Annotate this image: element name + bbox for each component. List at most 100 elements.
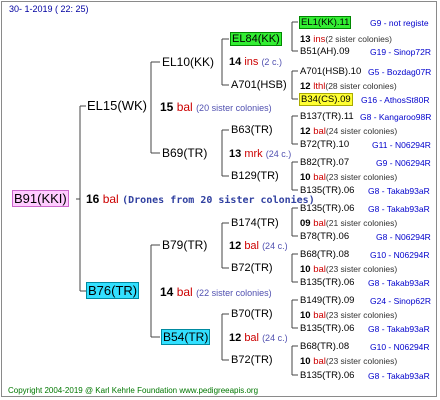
gen2-num: 14 — [229, 56, 242, 68]
gen3-unit: bal — [313, 264, 326, 275]
gen4-name: B78(TR).06 — [300, 231, 350, 242]
gen1-num: 15 — [160, 100, 174, 114]
gen1-note: (22 sister colonies) — [196, 288, 272, 298]
gen3-node-5: B72(TR) — [231, 262, 273, 274]
gen3-name: B129(TR) — [231, 170, 279, 182]
gen4-name: B51(AH).09 — [300, 46, 350, 57]
root-info: 16 bal (Drones from 20 sister colonies) — [86, 193, 315, 207]
gen4-node-9: B78(TR).06 — [300, 231, 349, 243]
gen4-code-7: G8 - Takab93aR — [368, 186, 430, 196]
gen4-code-10: G10 - N06294R — [370, 250, 430, 260]
gen2-info-0: 14 ins (2 c.) — [229, 56, 282, 68]
gen4-name: EL1(KK).11 — [298, 16, 352, 29]
gen3-node-2: B63(TR) — [231, 124, 273, 136]
gen2-num: 12 — [229, 332, 242, 344]
gen4-node-0: EL1(KK).11 — [298, 16, 352, 29]
gen4-code-13: G8 - Takab93aR — [368, 324, 430, 334]
gen3-node-6: B70(TR) — [231, 308, 273, 320]
root-num: 16 — [86, 192, 100, 206]
gen1-unit: bal — [176, 100, 193, 114]
root-node: B91(KKI) — [12, 190, 69, 207]
gen2-node-3: B54(TR) — [160, 329, 211, 345]
gen3-unit: bal — [313, 126, 326, 137]
gen3-info-1: 12 lthl(28 sister colonies) — [300, 80, 397, 93]
gen3-note: (23 sister colonies) — [325, 172, 398, 182]
gen4-name: B137(TR).11 — [300, 111, 354, 122]
gen2-note: (2 c.) — [261, 57, 282, 67]
gen4-name: A701(HSB).10 — [300, 66, 362, 77]
gen3-num: 10 — [300, 310, 311, 321]
gen3-node-7: B72(TR) — [231, 354, 273, 366]
gen2-name: B79(TR) — [162, 238, 208, 252]
gen3-node-0: EL84(KK) — [230, 32, 282, 46]
copyright-footer: Copyright 2004-2019 @ Karl Kehrle Founda… — [8, 386, 259, 395]
gen3-info-5: 10 bal(23 sister colonies) — [300, 263, 397, 276]
gen3-note: (23 sister colonies) — [325, 356, 398, 366]
gen2-name: B69(TR) — [162, 146, 208, 160]
gen4-node-12: B149(TR).09 — [300, 295, 354, 307]
gen1-name: B76(TR) — [85, 282, 140, 299]
gen3-name: B72(TR) — [231, 262, 273, 274]
date-stamp: 30- 1-2019 ( 22: 25) — [9, 4, 89, 14]
gen3-num: 10 — [300, 172, 311, 183]
gen2-name: B54(TR) — [160, 329, 211, 345]
gen4-code-4: G8 - Kangaroo98R — [360, 112, 432, 122]
gen3-node-3: B129(TR) — [231, 170, 279, 182]
gen2-node-1: B69(TR) — [162, 147, 207, 159]
gen2-unit: bal — [244, 332, 259, 344]
gen4-name: B135(TR).06 — [300, 203, 355, 214]
gen3-note: (21 sister colonies) — [325, 218, 398, 228]
gen3-name: B174(TR) — [231, 217, 279, 229]
gen4-name: B135(TR).06 — [300, 277, 355, 288]
gen4-node-10: B68(TR).08 — [300, 249, 349, 261]
gen3-unit: bal — [313, 172, 326, 183]
gen1-info-1: 14 bal (22 sister colonies) — [160, 286, 272, 299]
root-unit: bal — [102, 192, 119, 206]
gen2-node-2: B79(TR) — [162, 239, 207, 251]
gen4-code-2: G5 - Bozdag07R — [368, 67, 432, 77]
gen3-info-0: 13 ins(2 sister colonies) — [300, 33, 392, 46]
gen2-note: (24 c.) — [262, 241, 288, 251]
gen4-name: B135(TR).06 — [300, 185, 355, 196]
gen4-node-6: B82(TR).07 — [300, 157, 349, 169]
gen4-node-1: B51(AH).09 — [300, 46, 350, 58]
gen3-name: A701(HSB) — [231, 79, 287, 91]
gen3-info-6: 10 bal(23 sister colonies) — [300, 309, 397, 322]
gen1-node-0: EL15(WK) — [87, 99, 147, 113]
gen3-num: 10 — [300, 356, 311, 367]
gen4-node-15: B135(TR).06 — [300, 370, 354, 382]
gen3-info-4: 09 bal(21 sister colonies) — [300, 217, 397, 230]
gen3-num: 12 — [300, 81, 311, 92]
gen3-info-7: 10 bal(23 sister colonies) — [300, 355, 397, 368]
gen3-unit: bal — [313, 218, 326, 229]
gen4-name: B149(TR).09 — [300, 295, 355, 306]
gen2-unit: mrk — [244, 148, 263, 160]
gen3-unit: lthl — [313, 81, 326, 92]
gen4-node-2: A701(HSB).10 — [300, 66, 361, 78]
gen4-node-4: B137(TR).11 — [300, 111, 354, 123]
gen4-code-9: G8 - N06294R — [376, 232, 431, 242]
gen1-node-1: B76(TR) — [85, 282, 140, 299]
gen2-note: (24 c.) — [262, 333, 288, 343]
gen2-note: (24 c.) — [265, 149, 292, 159]
gen1-name: EL15(WK) — [87, 98, 147, 113]
gen2-info-2: 12 bal (24 c.) — [229, 240, 288, 252]
gen2-unit: ins — [244, 56, 259, 68]
gen4-name: B68(TR).08 — [300, 341, 350, 352]
gen3-num: 12 — [300, 126, 311, 137]
gen4-node-13: B135(TR).06 — [300, 323, 354, 335]
gen2-info-3: 12 bal (24 c.) — [229, 332, 288, 344]
gen3-name: B63(TR) — [231, 124, 273, 136]
gen3-note: (24 sister colonies) — [325, 126, 398, 136]
gen4-name: B82(TR).07 — [300, 157, 350, 168]
gen4-name: B135(TR).06 — [300, 370, 355, 381]
gen4-code-0: G9 - not registe — [370, 18, 429, 28]
gen4-node-3: B34(CS).09 — [299, 93, 353, 106]
gen3-note: (28 sister colonies) — [325, 81, 397, 91]
gen4-node-11: B135(TR).06 — [300, 277, 354, 289]
gen4-code-11: G8 - Takab93aR — [368, 278, 430, 288]
gen3-note: (2 sister colonies) — [325, 34, 392, 44]
gen4-name: B68(TR).08 — [300, 249, 350, 260]
gen2-num: 13 — [229, 148, 242, 160]
gen4-code-12: G24 - Sinop62R — [370, 296, 431, 306]
